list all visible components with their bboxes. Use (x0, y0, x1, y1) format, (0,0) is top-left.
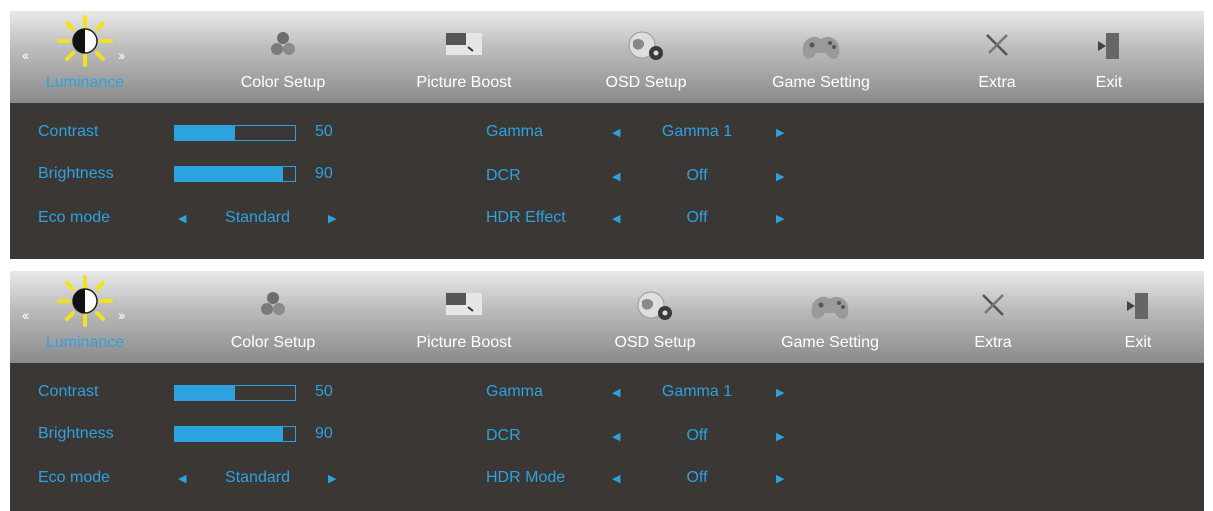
slider-fill (175, 386, 235, 400)
tab-label: Luminance (45, 74, 125, 91)
dcr-value[interactable]: Off (650, 167, 744, 185)
eco-mode-label: Eco mode (38, 209, 111, 226)
dcr-label: DCR (486, 167, 521, 184)
contrast-value: 50 (315, 383, 333, 400)
brightness-label: Brightness (38, 425, 114, 442)
slider-fill (175, 427, 283, 441)
tab-picture-boost[interactable]: Picture Boost (394, 271, 534, 363)
contrast-value: 50 (315, 123, 333, 140)
tab-label: Exit (1124, 334, 1152, 351)
tab-osd-setup[interactable]: OSD Setup (585, 271, 725, 363)
brightness-slider[interactable] (174, 166, 296, 182)
exit-door-icon (1096, 31, 1122, 66)
dcr-next-arrow-icon[interactable]: ▶ (776, 170, 784, 183)
tab-extra[interactable]: Extra (923, 271, 1063, 363)
hdr-mode-prev-arrow-icon[interactable]: ◀ (612, 472, 620, 485)
hdr-mode-label: HDR Mode (486, 469, 566, 486)
tab-label: Luminance (45, 334, 125, 351)
tab-label: Color Setup (230, 334, 316, 351)
osd-globe-gear-icon (635, 291, 675, 326)
eco-mode-prev-arrow-icon[interactable]: ◀ (178, 472, 186, 485)
color-balls-icon (270, 31, 296, 62)
sun-icon (53, 275, 117, 332)
osd-tab-bar: ‹‹ ›› Luminance Color Setup Picture Boos… (10, 11, 1204, 103)
eco-mode-prev-arrow-icon[interactable]: ◀ (178, 212, 186, 225)
tab-label: Picture Boost (416, 74, 512, 91)
eco-mode-label: Eco mode (38, 469, 111, 486)
tab-color-setup[interactable]: Color Setup (213, 11, 353, 103)
tab-label: Picture Boost (416, 334, 512, 351)
hdr-mode-next-arrow-icon[interactable]: ▶ (776, 472, 784, 485)
tools-icon (983, 31, 1011, 64)
tab-color-setup[interactable]: Color Setup (203, 271, 343, 363)
eco-mode-next-arrow-icon[interactable]: ▶ (328, 212, 336, 225)
hdr-effect-value[interactable]: Off (650, 209, 744, 227)
dcr-prev-arrow-icon[interactable]: ◀ (612, 170, 620, 183)
osd-globe-gear-icon (626, 31, 666, 66)
gamma-prev-arrow-icon[interactable]: ◀ (612, 126, 620, 139)
hdr-effect-next-arrow-icon[interactable]: ▶ (776, 212, 784, 225)
tab-label: Color Setup (240, 74, 326, 91)
gamma-label: Gamma (486, 383, 543, 400)
tab-label: Game Setting (772, 74, 870, 91)
gamma-next-arrow-icon[interactable]: ▶ (776, 126, 784, 139)
picture-boost-icon (446, 31, 482, 62)
color-balls-icon (260, 291, 286, 322)
exit-door-icon (1125, 291, 1151, 326)
tab-label: Game Setting (781, 334, 879, 351)
dcr-next-arrow-icon[interactable]: ▶ (776, 430, 784, 443)
gamma-value[interactable]: Gamma 1 (650, 383, 744, 401)
brightness-label: Brightness (38, 165, 114, 182)
hdr-effect-prev-arrow-icon[interactable]: ◀ (612, 212, 620, 225)
tab-game-setting[interactable]: Game Setting (760, 271, 900, 363)
hdr-effect-label: HDR Effect (486, 209, 566, 226)
brightness-value: 90 (315, 425, 333, 442)
tab-exit[interactable]: Exit (1068, 271, 1208, 363)
slider-fill (175, 126, 235, 140)
tab-exit[interactable]: Exit (1039, 11, 1179, 103)
osd-tab-bar: ‹‹ ›› Luminance Color Setup Picture Boos… (10, 271, 1204, 363)
dcr-value[interactable]: Off (650, 427, 744, 445)
slider-fill (175, 167, 283, 181)
brightness-slider[interactable] (174, 426, 296, 442)
gamma-value[interactable]: Gamma 1 (650, 123, 744, 141)
tools-icon (979, 291, 1007, 324)
osd-content: Contrast 50 Brightness 90 Eco mode ◀ Sta… (10, 363, 1204, 511)
contrast-label: Contrast (38, 383, 99, 400)
dcr-label: DCR (486, 427, 521, 444)
osd-menu-panel-1: ‹‹ ›› Luminance Color Setup Picture Boos… (10, 11, 1204, 259)
hdr-mode-value[interactable]: Off (650, 469, 744, 487)
tab-game-setting[interactable]: Game Setting (751, 11, 891, 103)
tab-osd-setup[interactable]: OSD Setup (576, 11, 716, 103)
tab-luminance[interactable]: Luminance (15, 271, 155, 363)
brightness-value: 90 (315, 165, 333, 182)
gamma-next-arrow-icon[interactable]: ▶ (776, 386, 784, 399)
osd-menu-panel-2: ‹‹ ›› Luminance Color Setup Picture Boos… (10, 271, 1204, 511)
sun-icon (53, 15, 117, 72)
gamepad-icon (807, 291, 853, 326)
tab-label: OSD Setup (605, 74, 687, 91)
gamma-label: Gamma (486, 123, 543, 140)
contrast-slider[interactable] (174, 125, 296, 141)
picture-boost-icon (446, 291, 482, 322)
contrast-slider[interactable] (174, 385, 296, 401)
tab-label: Extra (974, 334, 1012, 351)
eco-mode-next-arrow-icon[interactable]: ▶ (328, 472, 336, 485)
gamepad-icon (798, 31, 844, 66)
dcr-prev-arrow-icon[interactable]: ◀ (612, 430, 620, 443)
tab-label: OSD Setup (614, 334, 696, 351)
eco-mode-value[interactable]: Standard (215, 209, 300, 227)
tab-luminance[interactable]: Luminance (15, 11, 155, 103)
gamma-prev-arrow-icon[interactable]: ◀ (612, 386, 620, 399)
eco-mode-value[interactable]: Standard (215, 469, 300, 487)
tab-label: Exit (1095, 74, 1123, 91)
contrast-label: Contrast (38, 123, 99, 140)
osd-content: Contrast 50 Brightness 90 Eco mode ◀ Sta… (10, 103, 1204, 259)
tab-picture-boost[interactable]: Picture Boost (394, 11, 534, 103)
